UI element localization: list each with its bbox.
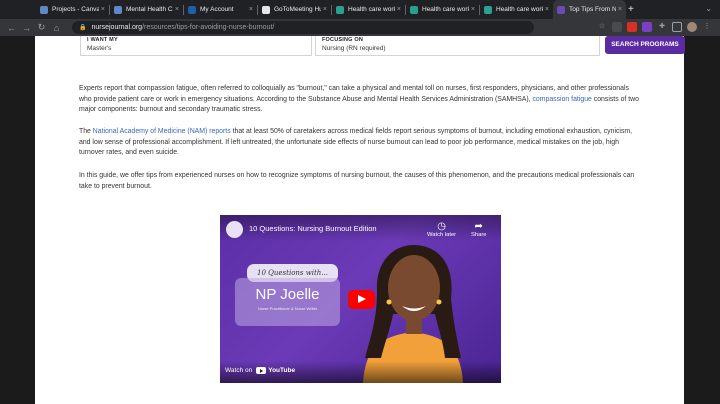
degree-select-label: I WANT MY <box>87 37 118 43</box>
tab-favicon-icon <box>40 5 48 14</box>
tab-favicon-icon <box>336 5 344 14</box>
browser-tab[interactable]: My Account × <box>184 0 257 19</box>
browser-tab[interactable]: Health care work × <box>332 0 405 19</box>
tab-close-icon[interactable]: × <box>471 6 475 13</box>
reload-icon[interactable]: ↻ <box>34 22 49 33</box>
play-button-icon[interactable] <box>348 290 375 309</box>
focus-select-value: Nursing (RN required) <box>322 45 386 52</box>
url-host: nursejournal.org <box>91 24 143 31</box>
youtube-icon <box>256 367 267 374</box>
tab-favicon-icon <box>557 5 565 14</box>
menu-icon[interactable]: ⋮ <box>702 22 712 32</box>
address-bar[interactable]: 🔒 nursejournal.org /resources/tips-for-a… <box>72 21 534 34</box>
youtube-video-embed[interactable]: 10 Questions: Nursing Burnout Edition ◷ … <box>220 215 501 383</box>
paragraph-nam-pre: The <box>79 128 93 135</box>
extension-icon[interactable] <box>612 22 622 32</box>
watch-later-label: Watch later <box>427 232 457 238</box>
degree-select[interactable]: I WANT MY Master's <box>80 36 312 56</box>
web-page: I WANT MY Master's FOCUSING ON Nursing (… <box>35 36 685 404</box>
new-tab-button[interactable]: + <box>628 4 640 15</box>
lock-icon[interactable]: 🔒 <box>79 24 86 31</box>
browser-chrome: Projects - Canva × Mental Health Ca × My Acc… <box>0 0 720 36</box>
compassion-fatigue-link[interactable]: compassion fatigue <box>532 96 591 103</box>
tab-label: Mental Health Ca <box>126 6 173 13</box>
tab-close-icon[interactable]: × <box>101 6 105 13</box>
video-card-name: NP Joelle <box>255 286 320 303</box>
browser-tab[interactable]: Mental Health Ca × <box>110 0 183 19</box>
tab-favicon-icon <box>188 5 196 14</box>
tab-label: Health care work <box>496 6 543 13</box>
tab-label: Projects - Canva <box>52 6 99 13</box>
tab-favicon-icon <box>114 5 122 14</box>
paragraph-intro: Experts report that compassion fatigue, … <box>79 84 641 116</box>
browser-tab[interactable]: Health care work × <box>480 0 553 19</box>
tab-close-icon[interactable]: × <box>397 6 401 13</box>
tab-label: Health care work <box>348 6 395 13</box>
focus-select[interactable]: FOCUSING ON Nursing (RN required) <box>315 36 600 56</box>
tab-close-icon[interactable]: × <box>618 6 622 13</box>
share-icon: ➦ <box>474 221 483 232</box>
search-programs-button[interactable]: SEARCH PROGRAMS <box>605 36 685 54</box>
url-path: /resources/tips-for-avoiding-nurse-burno… <box>142 24 275 31</box>
program-search-bar: I WANT MY Master's FOCUSING ON Nursing (… <box>80 36 685 56</box>
star-icon[interactable]: ☆ <box>597 22 607 32</box>
paragraph-nam: The National Academy of Medicine (NAM) r… <box>79 127 641 159</box>
share-label: Share <box>471 232 487 238</box>
home-icon[interactable]: ⌂ <box>49 23 64 33</box>
puzzle-icon[interactable]: ✚ <box>657 22 667 32</box>
nav-bar: ← → ↻ ⌂ 🔒 nursejournal.org /resources/ti… <box>0 19 720 36</box>
video-card-subtitle: Nurse Practitioner & Nurse Writer <box>257 306 318 311</box>
tab-label: Health care work <box>422 6 469 13</box>
nam-reports-link[interactable]: National Academy of Medicine (NAM) repor… <box>93 128 231 135</box>
degree-select-value: Master's <box>87 45 112 52</box>
reading-list-icon[interactable] <box>672 22 682 32</box>
avatar[interactable] <box>687 22 697 32</box>
tab-close-icon[interactable]: × <box>175 6 179 13</box>
tab-favicon-icon <box>410 5 418 14</box>
tab-favicon-icon <box>262 5 270 14</box>
browser-tab[interactable]: Top Tips From N × <box>553 0 626 19</box>
youtube-logo: YouTube <box>256 367 295 374</box>
channel-logo[interactable] <box>226 221 243 238</box>
back-icon[interactable]: ← <box>4 23 19 33</box>
browser-tab[interactable]: GoToMeeting Hub× <box>258 0 331 19</box>
browser-tab[interactable]: Projects - Canva × <box>36 0 109 19</box>
tab-close-icon[interactable]: × <box>323 6 327 13</box>
share-button[interactable]: ➦ Share <box>471 221 486 238</box>
tab-label: Top Tips From N <box>569 6 616 13</box>
video-name-card: NP Joelle Nurse Practitioner & Nurse Wri… <box>235 278 340 326</box>
video-title[interactable]: 10 Questions: Nursing Burnout Edition <box>249 224 377 233</box>
extension-icon[interactable] <box>642 22 652 32</box>
window-controls-icon[interactable]: ⌄ <box>705 4 712 13</box>
tab-strip: Projects - Canva × Mental Health Ca × My Acc… <box>0 0 720 19</box>
tab-favicon-icon <box>484 5 492 14</box>
extension-icon[interactable] <box>627 22 637 32</box>
tab-label: My Account <box>200 6 234 13</box>
tab-close-icon[interactable]: × <box>249 6 253 13</box>
watch-on-label: Watch on <box>225 367 253 374</box>
forward-icon[interactable]: → <box>19 23 34 33</box>
watch-later-button[interactable]: ◷ Watch later <box>427 221 456 238</box>
tab-close-icon[interactable]: × <box>545 6 549 13</box>
focus-select-label: FOCUSING ON <box>322 37 364 43</box>
browser-tab[interactable]: Health care work × <box>406 0 479 19</box>
youtube-label: YouTube <box>268 367 296 374</box>
watch-on-youtube-button[interactable]: Watch on YouTube <box>225 367 295 374</box>
paragraph-guide: In this guide, we offer tips from experi… <box>79 172 635 190</box>
tab-label: GoToMeeting Hub <box>274 6 321 13</box>
clock-icon: ◷ <box>437 221 446 232</box>
